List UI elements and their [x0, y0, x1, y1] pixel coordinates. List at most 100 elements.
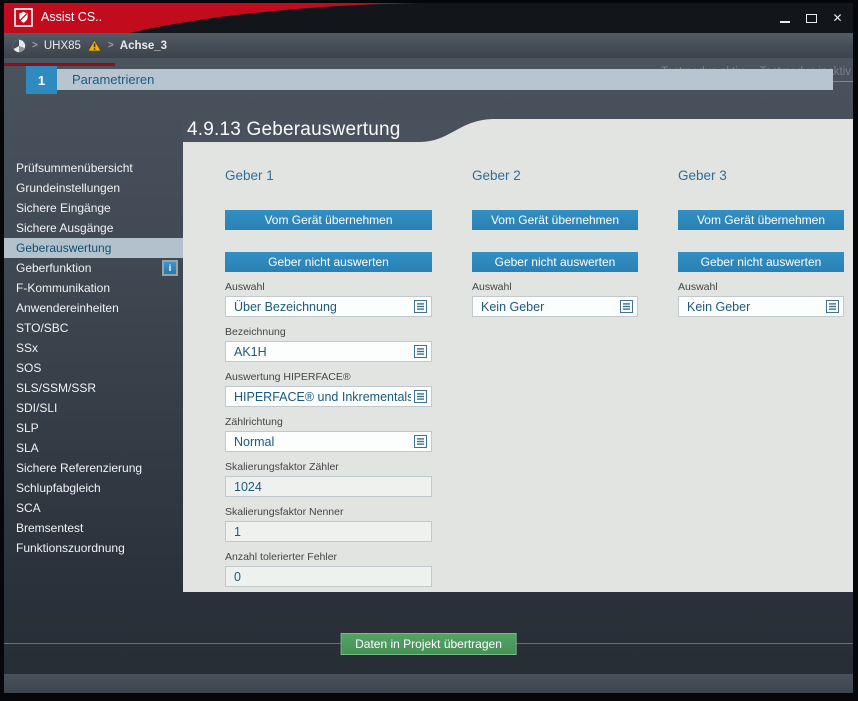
encoder-column-3: Geber 3 Vom Gerät übernehmen Geber nicht…	[678, 168, 844, 326]
field-value: Kein Geber	[481, 300, 617, 314]
fields: Auswahl Kein Geber	[678, 281, 844, 317]
step-bar-parametrieren[interactable]: Parametrieren	[57, 69, 833, 90]
sidebar-item-label: Geberfunktion	[16, 261, 91, 275]
sidebar-item-schlupfabgleich[interactable]: Schlupfabgleich	[4, 478, 183, 498]
transfer-to-project-button[interactable]: Daten in Projekt übertragen	[340, 633, 517, 655]
sidebar-item-f-kommunikation[interactable]: F-Kommunikation	[4, 278, 183, 298]
field-box[interactable]: Normal	[225, 431, 432, 452]
field-row: Auswahl Kein Geber	[472, 281, 638, 317]
sidebar-item-label: Sichere Eingänge	[16, 201, 111, 215]
field-box[interactable]: AK1H	[225, 341, 432, 362]
sidebar-item-label: SDI/SLI	[16, 401, 57, 415]
field-row: Auswertung HIPERFACE® HIPERFACE® und Ink…	[225, 371, 432, 407]
sidebar-item-sichere-eingaenge[interactable]: Sichere Eingänge	[4, 198, 183, 218]
list-dropdown-icon	[414, 390, 427, 403]
sidebar-item-label: F-Kommunikation	[16, 281, 110, 295]
title-bar: Assist CS..	[4, 3, 853, 33]
list-dropdown-icon	[414, 345, 427, 358]
field-row: Skalierungsfaktor Nenner 1	[225, 506, 432, 542]
do-not-evaluate-button[interactable]: Geber nicht auswerten	[472, 252, 638, 272]
field-row: Bezeichnung AK1H	[225, 326, 432, 362]
red-swoosh-tail	[4, 63, 115, 66]
sidebar-item-sos[interactable]: SOS	[4, 358, 183, 378]
encoder-column-2: Geber 2 Vom Gerät übernehmen Geber nicht…	[472, 168, 638, 326]
field-row: Auswahl Kein Geber	[678, 281, 844, 317]
take-from-device-button[interactable]: Vom Gerät übernehmen	[678, 210, 844, 230]
app-window: Assist CS.. UHX85	[0, 0, 858, 701]
encoder-title: Geber 1	[225, 168, 432, 184]
field-value: Über Bezeichnung	[234, 300, 411, 314]
field-value: 1	[234, 525, 427, 539]
field-box[interactable]: HIPERFACE® und Inkrementalspuren	[225, 386, 432, 407]
field-row: Skalierungsfaktor Zähler 1024	[225, 461, 432, 497]
sidebar-item-label: Funktionszuordnung	[16, 541, 125, 555]
chevron-right-icon	[108, 40, 114, 51]
field-box[interactable]: 1	[225, 521, 432, 542]
field-label: Bezeichnung	[225, 326, 432, 339]
page-title: 4.9.13 Geberauswertung	[187, 117, 401, 142]
sidebar-item-label: STO/SBC	[16, 321, 68, 335]
sidebar-item-sichere-ausgaenge[interactable]: Sichere Ausgänge	[4, 218, 183, 238]
sidebar-item-sdi-sli[interactable]: SDI/SLI	[4, 398, 183, 418]
field-value: Normal	[234, 435, 411, 449]
field-label: Anzahl tolerierter Fehler	[225, 551, 432, 564]
sidebar-item-sls-ssm-ssr[interactable]: SLS/SSM/SSR	[4, 378, 183, 398]
sidebar-item-label: Bremsentest	[16, 521, 83, 535]
breadcrumb-bar: UHX85 Achse_3 Testmodus aktiv Testmodus …	[4, 33, 853, 58]
take-from-device-button[interactable]: Vom Gerät übernehmen	[225, 210, 432, 230]
warning-triangle-icon	[87, 39, 102, 52]
sidebar-item-sto-sbc[interactable]: STO/SBC	[4, 318, 183, 338]
sidebar-item-bremsentest[interactable]: Bremsentest	[4, 518, 183, 538]
fields: Auswahl Kein Geber	[472, 281, 638, 317]
sidebar-item-funktionszuordnung[interactable]: Funktionszuordnung	[4, 538, 183, 558]
sidebar-item-label: Schlupfabgleich	[16, 481, 101, 495]
field-box[interactable]: Kein Geber	[472, 296, 638, 317]
field-box[interactable]: 1024	[225, 476, 432, 497]
maximize-icon[interactable]	[805, 11, 818, 25]
sidebar-item-pruefsummenuebersicht[interactable]: Prüfsummenübersicht	[4, 158, 183, 178]
window-controls	[779, 3, 844, 33]
do-not-evaluate-button[interactable]: Geber nicht auswerten	[678, 252, 844, 272]
sidebar-item-grundeinstellungen[interactable]: Grundeinstellungen	[4, 178, 183, 198]
sidebar-item-sla[interactable]: SLA	[4, 438, 183, 458]
sidebar-item-label: SOS	[16, 361, 41, 375]
breadcrumb-axis[interactable]: Achse_3	[120, 40, 167, 52]
sidebar-item-slp[interactable]: SLP	[4, 418, 183, 438]
field-box[interactable]: Über Bezeichnung	[225, 296, 432, 317]
sidebar-item-label: SLP	[16, 421, 39, 435]
field-box[interactable]: 0	[225, 566, 432, 587]
field-value: AK1H	[234, 345, 411, 359]
breadcrumb: UHX85 Achse_3	[12, 33, 167, 58]
sidebar-item-geberauswertung[interactable]: Geberauswertung	[4, 238, 183, 258]
field-label: Auswertung HIPERFACE®	[225, 371, 432, 384]
sidebar-nav: Prüfsummenübersicht Grundeinstellungen S…	[4, 158, 183, 558]
field-label: Zählrichtung	[225, 416, 432, 429]
sidebar-item-sca[interactable]: SCA	[4, 498, 183, 518]
list-dropdown-icon	[826, 300, 839, 313]
sidebar-item-ssx[interactable]: SSx	[4, 338, 183, 358]
field-row: Anzahl tolerierter Fehler 0	[225, 551, 432, 587]
do-not-evaluate-button[interactable]: Geber nicht auswerten	[225, 252, 432, 272]
field-value: HIPERFACE® und Inkrementalspuren	[234, 390, 411, 404]
list-dropdown-icon	[620, 300, 633, 313]
breadcrumb-device[interactable]: UHX85	[44, 40, 81, 52]
encoder-title: Geber 2	[472, 168, 638, 184]
sidebar-item-sichere-referenzierung[interactable]: Sichere Referenzierung	[4, 458, 183, 478]
close-icon[interactable]	[831, 11, 844, 25]
sidebar-item-label: Sichere Referenzierung	[16, 461, 142, 475]
minimize-icon[interactable]	[779, 11, 792, 25]
field-box[interactable]: Kein Geber	[678, 296, 844, 317]
sidebar-item-anwendereinheiten[interactable]: Anwendereinheiten	[4, 298, 183, 318]
sidebar-item-geberfunktion[interactable]: Geberfunktion	[4, 258, 183, 278]
sidebar-item-label: Sichere Ausgänge	[16, 221, 113, 235]
field-value: 0	[234, 570, 427, 584]
field-label: Skalierungsfaktor Nenner	[225, 506, 432, 519]
take-from-device-button[interactable]: Vom Gerät übernehmen	[472, 210, 638, 230]
window-content: Assist CS.. UHX85	[4, 3, 853, 693]
shield-icon	[14, 8, 33, 27]
sidebar-item-label: SSx	[16, 341, 38, 355]
info-icon[interactable]	[162, 260, 178, 276]
footer-bar	[4, 674, 853, 693]
field-row: Auswahl Über Bezeichnung	[225, 281, 432, 317]
globe-icon[interactable]	[12, 39, 26, 53]
